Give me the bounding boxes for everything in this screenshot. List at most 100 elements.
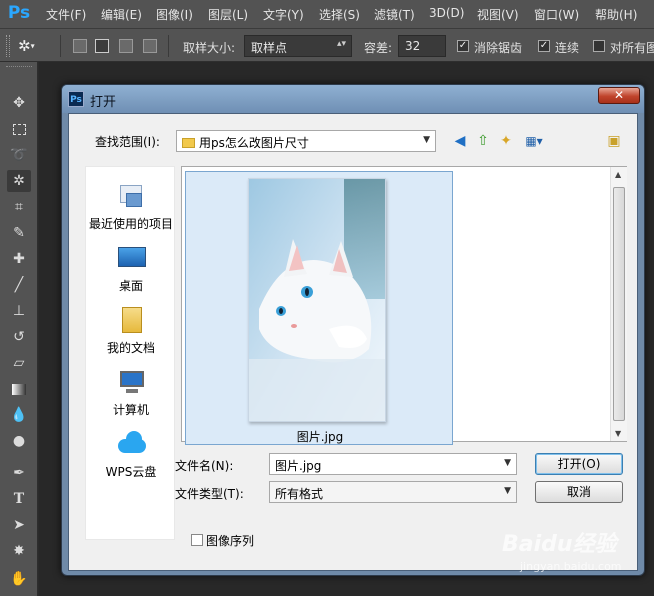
place-label: 桌面: [118, 279, 143, 293]
history-brush-tool-icon[interactable]: ↺: [7, 326, 31, 348]
filename-label: 文件名(N):: [175, 459, 234, 473]
menu-layer[interactable]: 图层(L): [208, 6, 248, 23]
file-item-selected[interactable]: 图片.jpg: [185, 171, 453, 445]
toolbox-grip: [6, 66, 32, 70]
computer-icon: [114, 367, 148, 397]
magic-wand-tool-icon[interactable]: ✲: [7, 170, 31, 192]
documents-folder-icon: [114, 305, 148, 335]
eraser-tool-icon[interactable]: ▱: [7, 352, 31, 374]
separator: [60, 35, 61, 57]
toolbox: ✥ ➰ ✲ ⌗ ✎ ✚ ╱ ⊥ ↺ ▱ 💧 ● ✒ T ➤ ✸ ✋: [0, 62, 38, 596]
scrollbar-thumb[interactable]: [613, 187, 625, 421]
hand-tool-icon[interactable]: ✋: [7, 568, 31, 590]
cancel-button[interactable]: 取消: [535, 481, 623, 503]
menu-bar: Ps 文件(F) 编辑(E) 图像(I) 图层(L) 文字(Y) 选择(S) 滤…: [0, 0, 654, 28]
back-icon[interactable]: ◀: [451, 132, 469, 150]
brush-tool-icon[interactable]: ╱: [7, 274, 31, 296]
watermark-url: jingyan.baidu.com: [520, 560, 622, 573]
file-thumbnail: [248, 178, 386, 422]
type-tool-icon[interactable]: T: [7, 488, 31, 510]
folder-favorite-icon[interactable]: ▣: [605, 132, 623, 150]
filename-value: 图片.jpg: [275, 459, 322, 473]
crop-tool-icon[interactable]: ⌗: [7, 196, 31, 218]
place-label: 最近使用的项目: [88, 217, 173, 231]
chevron-updown-icon: ▴▾: [336, 39, 346, 49]
custom-shape-tool-icon[interactable]: ✸: [7, 540, 31, 562]
subtract-from-selection-icon[interactable]: [119, 39, 133, 53]
dialog-body: 查找范围(I): 用ps怎么改图片尺寸 ▼ ◀ ⇧ ✦ ▦▾ ▣ 最近使用的项目: [68, 113, 638, 571]
new-selection-icon[interactable]: [73, 39, 87, 53]
all-layers-checkbox[interactable]: [593, 40, 605, 52]
move-tool-icon[interactable]: ✥: [7, 92, 31, 114]
antialias-checkbox[interactable]: ✓: [457, 40, 469, 52]
filetype-select[interactable]: 所有格式 ▼: [269, 481, 517, 503]
sample-size-label: 取样大小:: [183, 41, 236, 55]
all-layers-label: 对所有图: [610, 41, 654, 55]
new-folder-icon[interactable]: ✦: [497, 132, 515, 150]
place-wps-cloud[interactable]: WPS云盘: [86, 429, 176, 489]
menu-select[interactable]: 选择(S): [319, 6, 360, 23]
magic-wand-tool-preset-icon[interactable]: ✲▾: [18, 35, 48, 57]
place-documents[interactable]: 我的文档: [86, 305, 176, 365]
photoshop-logo: Ps: [7, 3, 31, 23]
menu-view[interactable]: 视图(V): [477, 6, 519, 23]
place-recent[interactable]: 最近使用的项目: [86, 181, 176, 241]
baidu-watermark: Baidu经验 jingyan.baidu.com: [500, 524, 650, 584]
tolerance-input[interactable]: 32: [398, 35, 446, 57]
place-label: WPS云盘: [105, 465, 157, 479]
filetype-label: 文件类型(T):: [175, 487, 244, 501]
menu-image[interactable]: 图像(I): [156, 6, 193, 23]
scroll-up-icon[interactable]: ▲: [615, 170, 621, 179]
file-list-scrollbar[interactable]: ▲ ▼: [610, 167, 627, 441]
menu-type[interactable]: 文字(Y): [263, 6, 304, 23]
add-to-selection-icon[interactable]: [95, 39, 109, 53]
menu-file[interactable]: 文件(F): [46, 6, 86, 23]
recent-items-icon: [114, 181, 148, 211]
file-list: 图片.jpg ▲ ▼: [181, 166, 627, 445]
open-dialog: Ps 打开 ✕ 查找范围(I): 用ps怎么改图片尺寸 ▼ ◀ ⇧ ✦ ▦▾ ▣…: [61, 84, 645, 576]
intersect-selection-icon[interactable]: [143, 39, 157, 53]
up-folder-icon[interactable]: ⇧: [474, 132, 492, 150]
healing-brush-tool-icon[interactable]: ✚: [7, 248, 31, 270]
place-computer[interactable]: 计算机: [86, 367, 176, 427]
view-menu-icon[interactable]: ▦▾: [520, 132, 548, 150]
menu-filter[interactable]: 滤镜(T): [374, 6, 415, 23]
pen-tool-icon[interactable]: ✒: [7, 462, 31, 484]
eyedropper-tool-icon[interactable]: ✎: [7, 222, 31, 244]
marquee-tool-icon[interactable]: [7, 118, 31, 140]
scroll-down-icon[interactable]: ▼: [615, 429, 621, 438]
watermark-brand: Baidu经验: [502, 532, 617, 557]
look-in-combo[interactable]: 用ps怎么改图片尺寸 ▼: [176, 130, 436, 152]
menu-edit[interactable]: 编辑(E): [101, 6, 142, 23]
folder-icon: [182, 138, 195, 148]
file-item-name: 图片.jpg: [296, 430, 344, 444]
menu-window[interactable]: 窗口(W): [534, 6, 579, 23]
filename-input[interactable]: 图片.jpg ▼: [269, 453, 517, 475]
menu-3d[interactable]: 3D(D): [429, 6, 464, 20]
chevron-down-icon: ▼: [423, 135, 430, 145]
places-bar: 最近使用的项目 桌面 我的文档 计算机 WPS云盘: [85, 166, 175, 540]
separator: [168, 35, 169, 57]
open-button[interactable]: 打开(O): [535, 453, 623, 475]
image-sequence-checkbox[interactable]: [191, 534, 203, 546]
options-grip: [6, 35, 10, 57]
path-selection-tool-icon[interactable]: ➤: [7, 514, 31, 536]
image-sequence-label: 图像序列: [206, 534, 255, 548]
antialias-label: 消除锯齿: [474, 41, 523, 55]
dodge-tool-icon[interactable]: ●: [7, 430, 31, 452]
options-bar: ✲▾ 取样大小: 取样点 ▴▾ 容差: 32 ✓ 消除锯齿 ✓ 连续 对所有图: [0, 28, 654, 62]
place-desktop[interactable]: 桌面: [86, 243, 176, 303]
gradient-tool-icon[interactable]: [7, 378, 31, 400]
close-button[interactable]: ✕: [598, 87, 640, 104]
cat-photo-thumbnail: [249, 179, 385, 421]
blur-tool-icon[interactable]: 💧: [7, 404, 31, 426]
menu-help[interactable]: 帮助(H): [595, 6, 637, 23]
place-label: 计算机: [112, 403, 149, 417]
sample-size-select[interactable]: 取样点 ▴▾: [244, 35, 352, 57]
clone-stamp-tool-icon[interactable]: ⊥: [7, 300, 31, 322]
lasso-tool-icon[interactable]: ➰: [7, 144, 31, 166]
chevron-down-icon: ▼: [504, 486, 511, 496]
filetype-value: 所有格式: [275, 487, 324, 501]
contiguous-checkbox[interactable]: ✓: [538, 40, 550, 52]
dialog-titlebar[interactable]: Ps 打开 ✕: [62, 85, 644, 113]
